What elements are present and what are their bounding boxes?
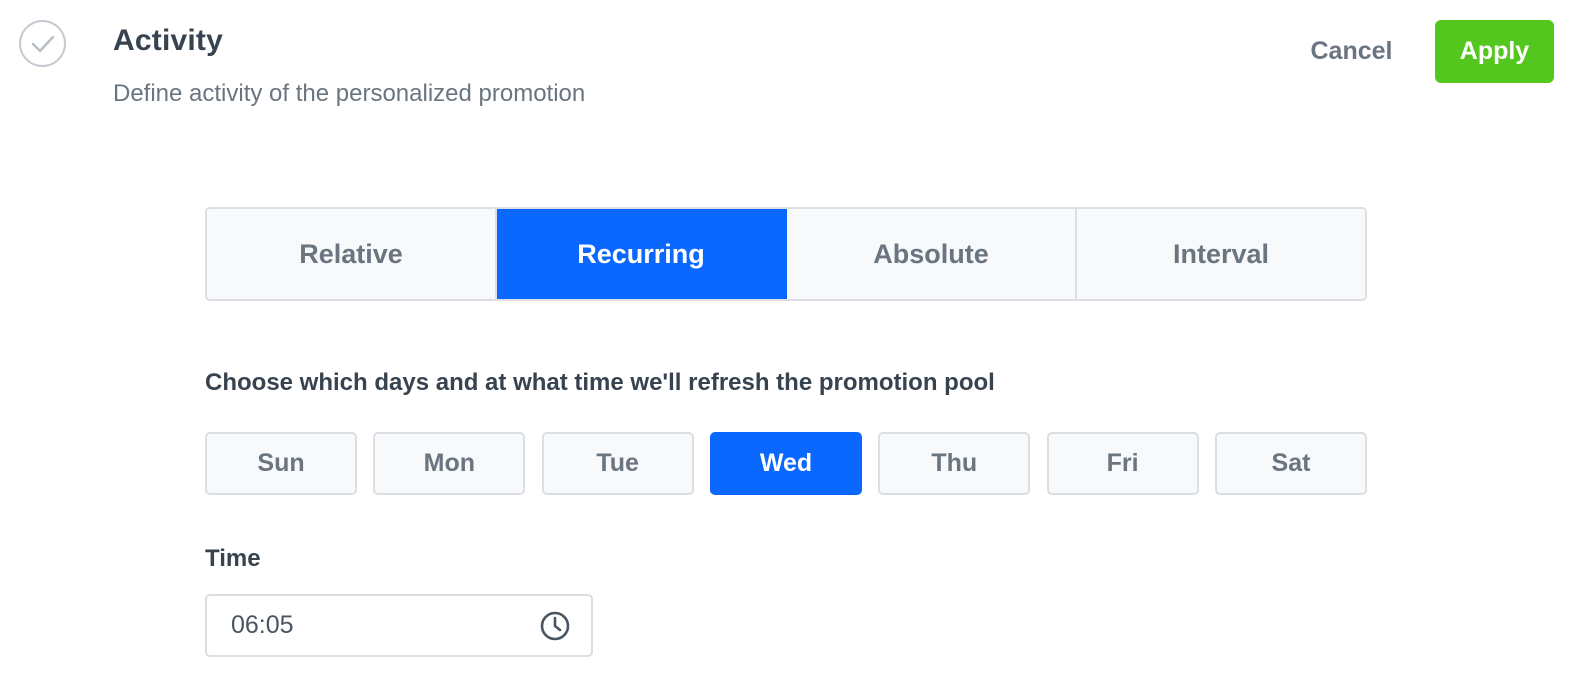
day-button-mon[interactable]: Mon bbox=[373, 432, 526, 495]
time-value[interactable]: 06:05 bbox=[231, 611, 294, 640]
tab-interval[interactable]: Interval bbox=[1077, 209, 1365, 299]
clock-icon[interactable] bbox=[539, 610, 571, 642]
day-button-thu[interactable]: Thu bbox=[878, 432, 1031, 495]
day-button-tue[interactable]: Tue bbox=[541, 432, 694, 495]
activity-panel: Activity Define activity of the personal… bbox=[0, 0, 1586, 700]
page-subtitle: Define activity of the personalized prom… bbox=[113, 80, 586, 107]
page-title: Activity bbox=[113, 24, 223, 57]
day-selector: Sun Mon Tue Wed Thu Fri Sat bbox=[205, 432, 1367, 495]
check-circle-icon bbox=[19, 20, 66, 67]
day-button-wed[interactable]: Wed bbox=[709, 432, 862, 495]
day-button-sun[interactable]: Sun bbox=[205, 432, 357, 495]
days-instruction: Choose which days and at what time we'll… bbox=[205, 369, 995, 396]
tab-relative[interactable]: Relative bbox=[207, 209, 497, 299]
time-label: Time bbox=[205, 545, 261, 572]
tab-recurring[interactable]: Recurring bbox=[497, 209, 787, 299]
time-input[interactable]: 06:05 bbox=[205, 594, 593, 657]
tab-absolute[interactable]: Absolute bbox=[787, 209, 1077, 299]
activity-type-tabs: Relative Recurring Absolute Interval bbox=[205, 207, 1367, 301]
day-button-sat[interactable]: Sat bbox=[1214, 432, 1367, 495]
day-button-fri[interactable]: Fri bbox=[1046, 432, 1199, 495]
apply-button[interactable]: Apply bbox=[1435, 20, 1554, 83]
cancel-button[interactable]: Cancel bbox=[1290, 20, 1413, 83]
